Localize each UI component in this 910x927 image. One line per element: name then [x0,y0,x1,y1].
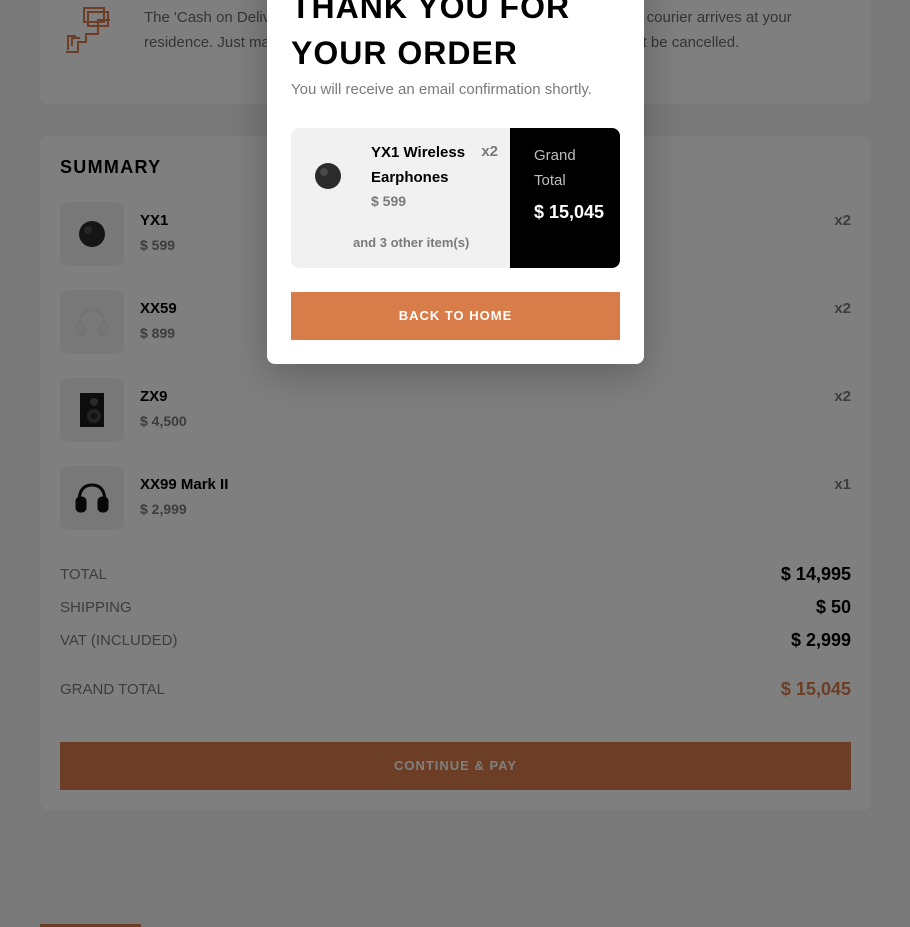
order-item-name: YX1 Wireless Earphones [371,144,466,186]
modal-grand-total-label: Grand Total [534,147,576,189]
order-items-panel: YX1 Wireless Earphones $ 599 x2 and 3 ot… [291,128,510,268]
modal-grand-total-value: $ 15,045 [534,202,605,222]
other-items-text[interactable]: and 3 other item(s) [353,235,469,250]
grand-total-panel: Grand Total $ 15,045 [510,128,620,268]
earphones-icon [311,156,345,196]
order-item-qty: x2 [481,143,498,160]
back-to-home-button[interactable]: BACK TO HOME [291,292,620,340]
order-summary-box: YX1 Wireless Earphones $ 599 x2 and 3 ot… [291,128,620,268]
modal-subtitle: You will receive an email confirmation s… [291,81,592,98]
modal-title: THANK YOU FOR YOUR ORDER [291,0,571,71]
order-item-price: $ 599 [371,193,407,209]
order-confirmation-modal: THANK YOU FOR YOUR ORDER You will receiv… [267,0,644,364]
